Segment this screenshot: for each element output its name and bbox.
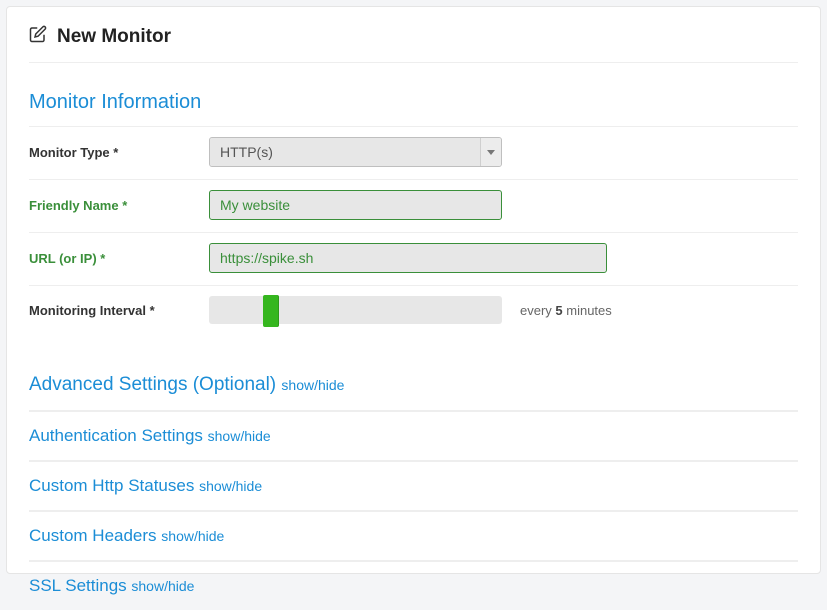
input-friendly-name[interactable]: [209, 190, 502, 220]
select-monitor-type-button[interactable]: [481, 138, 501, 166]
ssl-settings-label: SSL Settings: [29, 576, 127, 595]
slider-handle[interactable]: [263, 295, 279, 327]
custom-headers-label: Custom Headers: [29, 526, 157, 545]
toggle-authentication-settings[interactable]: show/hide: [208, 428, 271, 444]
edit-icon: [29, 25, 47, 48]
heading-advanced-settings: Advanced Settings (Optional) show/hide: [29, 360, 798, 410]
toggle-custom-http-statuses[interactable]: show/hide: [199, 478, 262, 494]
interval-prefix: every: [520, 303, 555, 318]
monitoring-interval-display: every 5 minutes: [520, 303, 612, 318]
interval-suffix: minutes: [563, 303, 612, 318]
interval-value: 5: [555, 303, 562, 318]
custom-http-statuses-label: Custom Http Statuses: [29, 476, 194, 495]
select-monitor-type-value: HTTP(s): [210, 138, 481, 166]
input-url[interactable]: [209, 243, 607, 273]
label-url: URL (or IP) *: [29, 251, 209, 266]
field-friendly-name: Friendly Name *: [29, 179, 798, 232]
heading-custom-http-statuses: Custom Http Statuses show/hide: [29, 461, 798, 510]
monitoring-interval-slider[interactable]: [209, 296, 502, 324]
new-monitor-panel: New Monitor Monitor Information Monitor …: [6, 6, 821, 574]
field-monitoring-interval: Monitoring Interval * every 5 minutes: [29, 285, 798, 336]
select-monitor-type[interactable]: HTTP(s): [209, 137, 502, 167]
advanced-settings-label: Advanced Settings (Optional): [29, 374, 276, 395]
panel-title: New Monitor: [57, 26, 171, 48]
chevron-down-icon: [487, 150, 495, 155]
heading-ssl-settings: SSL Settings show/hide: [29, 561, 798, 610]
label-monitor-type: Monitor Type *: [29, 145, 209, 160]
toggle-custom-headers[interactable]: show/hide: [161, 528, 224, 544]
slider-area: every 5 minutes: [209, 296, 612, 324]
label-monitoring-interval: Monitoring Interval *: [29, 303, 209, 318]
field-monitor-type: Monitor Type * HTTP(s): [29, 126, 798, 179]
heading-custom-headers: Custom Headers show/hide: [29, 511, 798, 560]
authentication-settings-label: Authentication Settings: [29, 426, 203, 445]
field-url: URL (or IP) *: [29, 232, 798, 285]
panel-header: New Monitor: [29, 25, 798, 63]
toggle-advanced-settings[interactable]: show/hide: [281, 377, 344, 393]
section-monitor-information: Monitor Information: [29, 91, 798, 114]
label-friendly-name: Friendly Name *: [29, 198, 209, 213]
toggle-ssl-settings[interactable]: show/hide: [131, 578, 194, 594]
heading-authentication-settings: Authentication Settings show/hide: [29, 411, 798, 460]
